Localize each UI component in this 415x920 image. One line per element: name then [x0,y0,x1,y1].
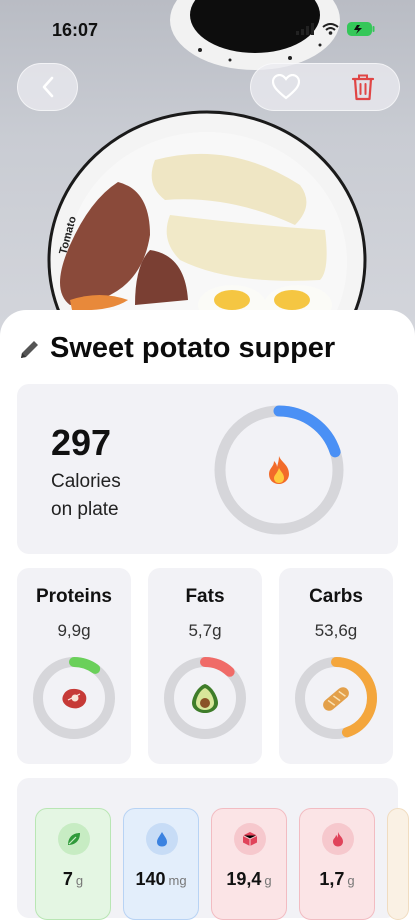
macro-value: 53,6g [314,621,358,640]
calories-card: 297 Calories on plate [17,384,398,554]
delete-button[interactable] [333,64,393,110]
macro-value: 5,7g [188,621,222,640]
fire-icon [269,456,289,484]
heart-icon [272,74,300,100]
nutrient-value: 1,7 [319,869,345,889]
calories-label: Calories on plate [51,471,121,520]
meal-details-sheet: Sweet potato supper 297 Calories on plat… [0,310,415,920]
title-row: Sweet potato supper [18,332,335,365]
nutrient-icon-circle [234,823,266,855]
calories-value: 297 [51,422,112,463]
nutrient-card-partial[interactable] [387,808,409,920]
chevron-left-icon [42,76,53,98]
status-bar: 16:07 [0,0,415,60]
leaf-icon [68,833,80,845]
status-time: 16:07 [52,20,99,40]
meal-title[interactable]: Sweet potato supper [50,332,335,365]
macro-value: 9,9g [57,621,91,640]
bread-icon [323,687,349,711]
carbs-ring [295,657,377,739]
fats-ring [164,657,246,739]
signal-icon [296,23,314,35]
nutrient-value: 7 [62,869,73,889]
drop-icon [157,832,167,847]
macro-name: Fats [185,586,225,607]
steak-icon [62,688,87,709]
nutrient-unit: mg [168,873,187,888]
nutrient-value: 19,4 [226,869,262,889]
macro-card-proteins: Proteins 9,9g [17,568,131,764]
back-button[interactable] [17,63,78,111]
nutrient-icon-circle [146,823,178,855]
nutrient-value: 140 [135,869,166,889]
avocado-icon [192,684,218,713]
macro-card-fats: Fats 5,7g [148,568,262,764]
flame-icon [333,832,343,847]
favorite-button[interactable] [256,64,316,110]
macro-card-carbs: Carbs 53,6g [279,568,393,764]
macro-name: Proteins [35,586,113,607]
nutrients-panel: 7g 140 mg 19,4 g 1,7 g [17,778,409,920]
nutrient-card-fiber[interactable]: 7g [35,808,111,920]
wifi-icon [322,23,339,35]
battery-icon [347,22,375,36]
pencil-icon[interactable] [18,337,42,361]
nutrient-icon-circle [322,823,354,855]
nutrient-unit: g [264,873,272,888]
calories-ring [214,405,344,535]
nutrient-unit: g [75,873,84,888]
action-buttons [250,63,400,111]
trash-icon [351,74,375,101]
nutrient-card-sodium[interactable]: 140 mg [123,808,199,920]
nutrient-card-saturated-fat[interactable]: 1,7 g [299,808,375,920]
macro-name: Carbs [309,586,363,607]
proteins-ring [33,657,115,739]
nutrient-card-sugar[interactable]: 19,4 g [211,808,287,920]
cube-icon [242,832,258,846]
nutrient-unit: g [347,873,355,888]
nutrient-icon-circle [58,823,90,855]
